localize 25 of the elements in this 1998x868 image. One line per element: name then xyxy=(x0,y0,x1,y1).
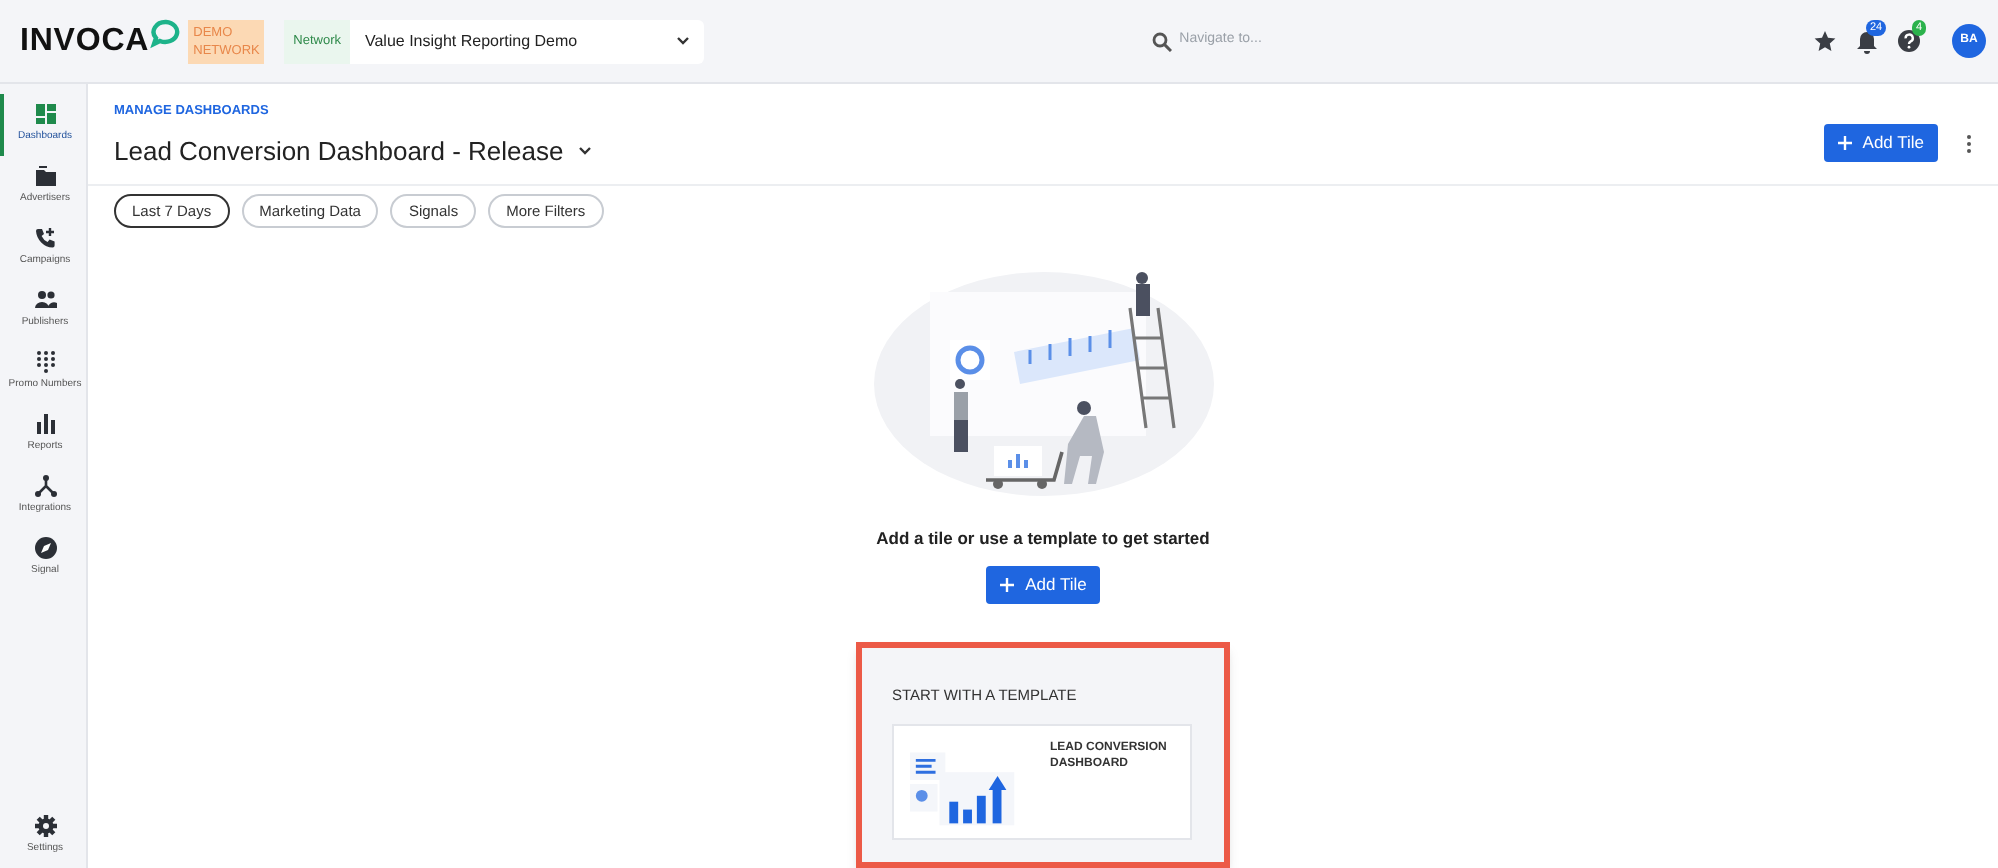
settings-icon xyxy=(33,814,57,838)
phone-icon xyxy=(33,226,57,250)
search-icon xyxy=(1151,31,1172,51)
plus-icon xyxy=(1838,136,1853,150)
dashboard-title: Lead Conversion Dashboard - Release xyxy=(114,133,564,170)
chat-bubble-icon xyxy=(149,17,182,49)
plus-icon xyxy=(999,578,1014,592)
bar-chart-icon xyxy=(33,412,57,436)
folder-icon xyxy=(33,164,57,188)
chevron-down-icon xyxy=(675,36,690,46)
bell-icon[interactable] xyxy=(1856,29,1878,53)
logo-text: INVOCA xyxy=(20,21,150,61)
network-icon xyxy=(33,474,57,498)
help-icon[interactable] xyxy=(1898,30,1920,52)
people-icon xyxy=(33,288,57,312)
empty-state-message: Add a tile or use a template to get started xyxy=(876,526,1210,552)
more-options-icon[interactable] xyxy=(1966,134,1972,154)
chevron-down-icon[interactable] xyxy=(577,146,592,156)
grid-icon xyxy=(33,102,57,126)
star-icon[interactable] xyxy=(1814,30,1836,52)
dial-pad-icon xyxy=(33,350,57,374)
compass-icon xyxy=(33,536,57,560)
network-select[interactable]: Value Insight Reporting Demo xyxy=(350,19,704,63)
add-tile-button[interactable]: Add Tile xyxy=(1824,124,1938,162)
add-tile-button[interactable]: Add Tile xyxy=(985,566,1101,604)
